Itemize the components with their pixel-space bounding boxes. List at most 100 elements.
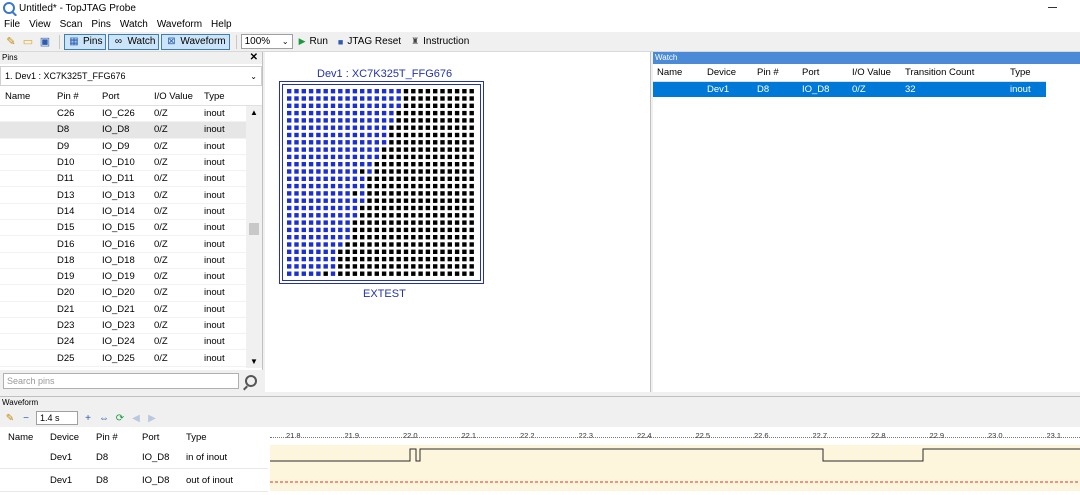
pin-ball[interactable] bbox=[316, 227, 321, 233]
pin-ball[interactable] bbox=[345, 198, 350, 203]
pin-ball[interactable] bbox=[447, 198, 452, 203]
pin-ball[interactable] bbox=[345, 227, 350, 233]
pin-ball[interactable] bbox=[323, 96, 328, 101]
pin-ball[interactable] bbox=[403, 140, 409, 145]
pin-ball[interactable] bbox=[367, 125, 372, 130]
pin-ball[interactable] bbox=[454, 227, 460, 233]
pin-ball[interactable] bbox=[330, 125, 336, 130]
column-header-pin[interactable]: Pin # bbox=[753, 67, 798, 78]
pin-ball[interactable] bbox=[367, 162, 372, 167]
pin-ball[interactable] bbox=[294, 169, 299, 174]
pin-ball[interactable] bbox=[316, 264, 321, 269]
pin-ball[interactable] bbox=[287, 154, 292, 160]
pin-ball[interactable] bbox=[447, 147, 452, 152]
pin-ball[interactable] bbox=[403, 242, 409, 247]
column-header-name[interactable]: Name bbox=[0, 432, 42, 443]
run-button[interactable]: ▶ Run bbox=[299, 36, 328, 47]
pin-ball[interactable] bbox=[338, 191, 343, 196]
pin-ball[interactable] bbox=[308, 118, 314, 123]
pin-ball[interactable] bbox=[447, 140, 452, 145]
pin-ball[interactable] bbox=[316, 198, 321, 203]
wand-icon[interactable]: ✎ bbox=[4, 35, 18, 49]
pin-ball[interactable] bbox=[454, 140, 460, 145]
pin-ball[interactable] bbox=[330, 235, 336, 240]
table-row[interactable]: D19 IO_D19 0/Z inout bbox=[0, 269, 262, 286]
pin-ball[interactable] bbox=[287, 242, 292, 247]
pin-ball[interactable] bbox=[411, 103, 416, 108]
pin-ball[interactable] bbox=[316, 132, 321, 138]
pin-ball[interactable] bbox=[330, 176, 336, 181]
pin-ball[interactable] bbox=[447, 89, 452, 94]
pin-ball[interactable] bbox=[308, 162, 314, 167]
pin-ball[interactable] bbox=[287, 169, 292, 174]
pin-ball[interactable] bbox=[469, 227, 474, 233]
pin-ball[interactable] bbox=[403, 227, 409, 233]
pin-ball[interactable] bbox=[367, 183, 372, 189]
pin-ball[interactable] bbox=[308, 213, 314, 218]
pin-ball[interactable] bbox=[469, 103, 474, 108]
pin-ball[interactable] bbox=[352, 118, 358, 123]
pin-ball[interactable] bbox=[433, 198, 438, 203]
pin-ball[interactable] bbox=[440, 140, 445, 145]
pin-ball[interactable] bbox=[330, 213, 336, 218]
pin-ball[interactable] bbox=[308, 242, 314, 247]
pin-ball[interactable] bbox=[469, 249, 474, 254]
pin-ball[interactable] bbox=[294, 103, 299, 108]
pin-ball[interactable] bbox=[367, 103, 372, 108]
pin-ball[interactable] bbox=[294, 147, 299, 152]
pin-ball[interactable] bbox=[360, 242, 365, 247]
pin-ball[interactable] bbox=[316, 96, 321, 101]
pin-ball[interactable] bbox=[447, 220, 452, 225]
pin-ball[interactable] bbox=[316, 147, 321, 152]
pin-ball[interactable] bbox=[345, 183, 350, 189]
pin-ball[interactable] bbox=[403, 176, 409, 181]
pin-ball[interactable] bbox=[330, 162, 336, 167]
pin-ball[interactable] bbox=[330, 103, 336, 108]
pin-ball[interactable] bbox=[440, 89, 445, 94]
pin-ball[interactable] bbox=[381, 198, 387, 203]
pin-ball[interactable] bbox=[462, 140, 467, 145]
pin-ball[interactable] bbox=[352, 249, 358, 254]
pin-ball[interactable] bbox=[301, 132, 306, 138]
pin-ball[interactable] bbox=[381, 162, 387, 167]
pin-ball[interactable] bbox=[367, 110, 372, 116]
pin-ball[interactable] bbox=[308, 140, 314, 145]
pin-ball[interactable] bbox=[454, 271, 460, 276]
pin-ball[interactable] bbox=[389, 220, 394, 225]
pin-ball[interactable] bbox=[367, 220, 372, 225]
pin-ball[interactable] bbox=[469, 89, 474, 94]
pin-ball[interactable] bbox=[345, 205, 350, 211]
pin-ball[interactable] bbox=[352, 235, 358, 240]
column-header-type[interactable]: Type bbox=[178, 432, 268, 443]
pin-ball[interactable] bbox=[367, 249, 372, 254]
pin-ball[interactable] bbox=[418, 176, 423, 181]
pin-ball[interactable] bbox=[403, 132, 409, 138]
pin-ball[interactable] bbox=[374, 256, 379, 262]
pin-ball[interactable] bbox=[381, 154, 387, 160]
table-row[interactable]: D21 IO_D21 0/Z inout bbox=[0, 302, 262, 318]
pin-ball[interactable] bbox=[367, 132, 372, 138]
pin-ball[interactable] bbox=[323, 183, 328, 189]
column-header-port[interactable]: Port bbox=[798, 67, 848, 78]
pin-ball[interactable] bbox=[425, 162, 431, 167]
pin-ball[interactable] bbox=[338, 235, 343, 240]
pin-ball[interactable] bbox=[345, 213, 350, 218]
pin-ball[interactable] bbox=[462, 227, 467, 233]
pin-ball[interactable] bbox=[294, 125, 299, 130]
pin-ball[interactable] bbox=[396, 183, 401, 189]
pin-ball[interactable] bbox=[374, 264, 379, 269]
pin-ball[interactable] bbox=[287, 118, 292, 123]
pin-ball[interactable] bbox=[323, 110, 328, 116]
pin-ball[interactable] bbox=[403, 96, 409, 101]
pin-ball[interactable] bbox=[425, 118, 431, 123]
table-row[interactable]: D9 IO_D9 0/Z inout bbox=[0, 139, 262, 155]
pin-ball[interactable] bbox=[403, 213, 409, 218]
pin-ball[interactable] bbox=[447, 227, 452, 233]
pin-ball[interactable] bbox=[396, 176, 401, 181]
pin-ball[interactable] bbox=[301, 110, 306, 116]
pin-ball[interactable] bbox=[440, 191, 445, 196]
pin-ball[interactable] bbox=[396, 198, 401, 203]
pin-ball[interactable] bbox=[308, 110, 314, 116]
pin-ball[interactable] bbox=[374, 220, 379, 225]
table-row[interactable]: D15 IO_D15 0/Z inout bbox=[0, 220, 262, 237]
